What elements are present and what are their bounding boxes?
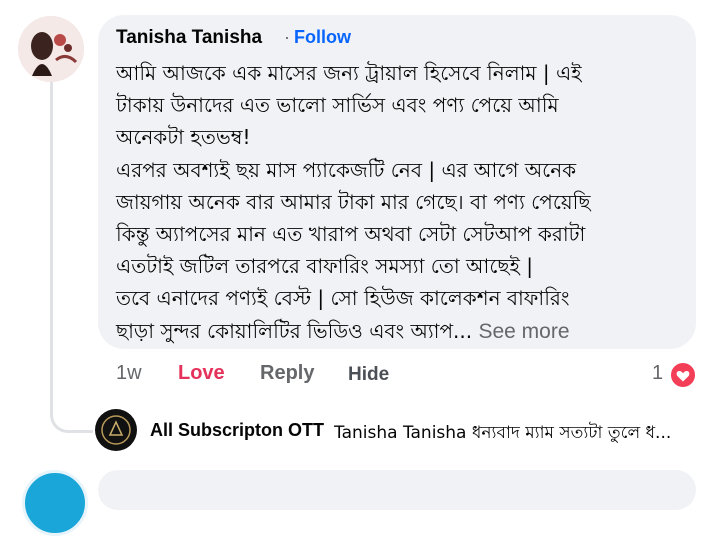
- comment-line: এরপর অবশ্যই ছয় মাস প্যাকেজটি নেব | এর আ…: [116, 157, 577, 182]
- reply-preview-text[interactable]: Tanisha Tanisha ধন্যবাদ ম্যাম সত্যটা তুল…: [334, 420, 696, 448]
- follow-link[interactable]: · Follow: [284, 27, 351, 48]
- comment-line: তবে এনাদের পণ্যই বেস্ট | সো হিউজ কালেকশন…: [116, 286, 570, 311]
- comment-body: আমি আজকে এক মাসের জন্য ট্রায়াল হিসেবে ন…: [116, 57, 686, 348]
- love-reaction-button[interactable]: Love: [178, 362, 225, 385]
- avatar-illustration: [18, 16, 84, 82]
- comment-line: জায়গায় অনেক বার আমার টাকা মার গেছে। বা…: [116, 189, 591, 214]
- comment-truncated-text: ছাড়া সুন্দর কোয়ালিটির ভিডিও এবং অ্যাপ.…: [116, 318, 473, 343]
- next-comment-bubble: [98, 470, 696, 510]
- reply-author-name[interactable]: All Subscripton OTT: [150, 420, 324, 441]
- reply-button[interactable]: Reply: [260, 362, 314, 385]
- comment-line: এতটাই জটিল তারপরে বাফারিং সমস্যা তো আছেই…: [116, 254, 534, 279]
- follow-label[interactable]: Follow: [294, 27, 351, 47]
- comment-line: আমি আজকে এক মাসের জন্য ট্রায়াল হিসেবে ন…: [116, 61, 582, 85]
- comment-last-line: ছাড়া সুন্দর কোয়ালিটির ভিডিও এবং অ্যাপ.…: [116, 315, 686, 348]
- reply-author-avatar[interactable]: [95, 409, 137, 451]
- comment-line: কিন্তু অ্যাপসের মান এত খারাপ অথবা সেটা স…: [116, 222, 586, 247]
- hide-button[interactable]: Hide: [348, 364, 389, 386]
- comment-timestamp[interactable]: 1w: [116, 362, 142, 385]
- reaction-count[interactable]: 1: [652, 362, 663, 385]
- comment-line: টাকায় উনাদের এত ভালো সার্ভিস এবং পণ্য প…: [116, 93, 559, 118]
- thread-connector-line: [50, 82, 93, 433]
- see-more-link[interactable]: See more: [478, 320, 569, 343]
- comment-bubble: Tanisha Tanisha · Follow আমি আজকে এক মাসে…: [98, 15, 696, 349]
- comment-author-name[interactable]: Tanisha Tanisha: [116, 27, 262, 49]
- page-logo-icon: [96, 410, 136, 450]
- comment-line: অনেকটা হতভম্ব!: [116, 125, 251, 150]
- love-heart-icon[interactable]: [669, 361, 697, 389]
- separator-dot: ·: [284, 27, 290, 47]
- commenter-avatar[interactable]: [18, 16, 84, 82]
